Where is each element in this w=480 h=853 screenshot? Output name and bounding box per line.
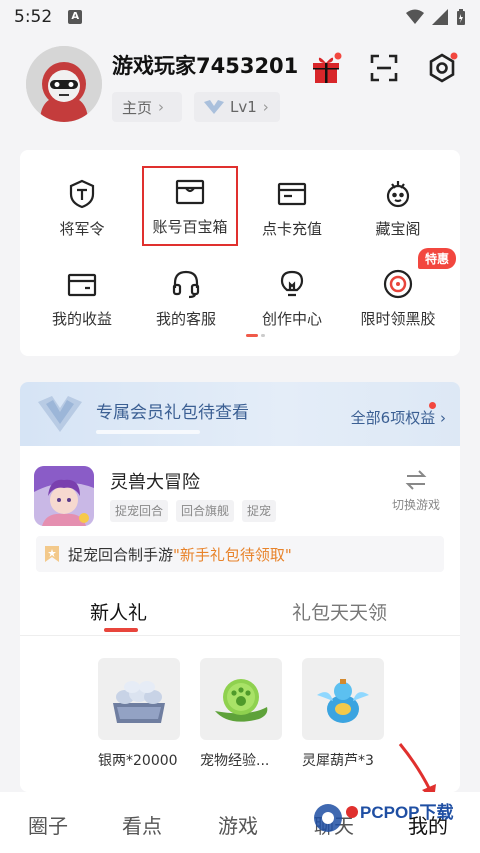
vinyl-icon [383, 269, 413, 299]
grid-item-card-recharge[interactable]: 点卡充值 [240, 166, 344, 254]
level-chip-label: Lv1 [230, 98, 257, 116]
vip-banner[interactable]: 专属会员礼包待查看 全部6项权益 › [20, 382, 460, 446]
gift-image [302, 658, 384, 740]
grid-item-label: 限时领黑胶 [360, 310, 436, 328]
watermark-logo: PCPOP下载 [312, 796, 462, 840]
vip-title: 专属会员礼包待查看 [96, 403, 249, 423]
vip-diamond-icon [204, 100, 224, 114]
grid-item-my-earnings[interactable]: 我的收益 [30, 256, 134, 344]
pet-exp-orb-icon [215, 679, 268, 722]
settings-button[interactable] [424, 50, 460, 86]
nav-item-highlights[interactable]: 看点 [122, 810, 162, 839]
gift-box-button[interactable] [308, 50, 344, 86]
bottom-nav: 圈子 看点 游戏 聊天 我的 PCPOP下载 [0, 792, 480, 853]
chevron-right-icon: › [262, 98, 269, 116]
gift-label: 宠物经验... [200, 753, 270, 769]
tab-newbie-gift[interactable]: 新人礼 [90, 598, 147, 625]
gift-label: 银两*20000 [98, 753, 178, 769]
gift-item-silver[interactable]: 银两*20000 [98, 658, 182, 770]
gourd-icon [317, 679, 369, 723]
switch-game-label: 切换游戏 [391, 498, 440, 512]
avatar-image [26, 46, 102, 122]
notice-highlight: "新手礼包待领取" [173, 545, 292, 564]
gift-item-pet-exp[interactable]: 宠物经验... [200, 658, 284, 770]
level-chip[interactable]: Lv1 › [194, 92, 280, 122]
shield-t-icon [69, 179, 95, 209]
home-chip[interactable]: 主页 › [112, 92, 182, 122]
game-name: 灵兽大冒险 [110, 472, 200, 493]
grid-item-general-token[interactable]: 将军令 [30, 166, 134, 254]
special-offer-badge: 特惠 [417, 248, 456, 269]
nav-item-circle[interactable]: 圈子 [28, 810, 68, 839]
gift-box-icon [313, 52, 342, 83]
vip-logo-icon [38, 396, 82, 432]
gift-item-gourd[interactable]: 灵犀葫芦*3 [302, 658, 386, 770]
treasure-box-icon [175, 179, 205, 205]
game-tag: 捉宠回合 [110, 500, 169, 522]
page-dot [261, 334, 265, 337]
grid-item-label: 我的客服 [155, 310, 216, 328]
grid-item-creator-center[interactable]: 创作中心 [240, 256, 344, 344]
grid-item-label: 账号百宝箱 [152, 218, 228, 236]
game-tag: 捉宠 [242, 500, 277, 522]
bookmark-icon [45, 546, 59, 562]
tab-indicator [104, 628, 138, 632]
signal-icon [432, 9, 448, 25]
notification-dot [429, 402, 436, 409]
grid-item-label: 藏宝阁 [375, 220, 421, 238]
card-recharge-icon [277, 182, 307, 206]
wifi-icon [406, 9, 424, 24]
watermark-text: PCPOP下载 [360, 802, 454, 822]
grid-item-vinyl-offer[interactable]: 特惠 限时领黑胶 [346, 248, 456, 344]
grid-item-label: 将军令 [59, 220, 105, 238]
gift-image [200, 658, 282, 740]
wallet-icon [67, 273, 97, 297]
grid-item-customer-service[interactable]: 我的客服 [134, 256, 238, 344]
gift-label: 灵犀葫芦*3 [302, 753, 374, 769]
grid-item-label: 创作中心 [261, 310, 322, 328]
grid-item-label: 我的收益 [51, 310, 112, 328]
treasure-pavilion-icon [386, 181, 410, 208]
notice-bar[interactable]: 捉宠回合制手游"新手礼包待领取" [36, 536, 444, 572]
profile-header: 游戏玩家7453201 主页 › Lv1 › [26, 46, 466, 130]
gift-image [98, 658, 180, 740]
chevron-right-icon: › [158, 98, 165, 116]
switch-game-button[interactable]: 切换游戏 [386, 470, 446, 513]
vip-title-underline [96, 430, 200, 434]
username: 游戏玩家7453201 [112, 54, 299, 78]
game-thumbnail[interactable] [34, 466, 94, 526]
game-row[interactable]: 灵兽大冒险 捉宠回合 回合旗舰 捉宠 切换游戏 [34, 466, 446, 528]
grid-item-account-treasure[interactable]: 账号百宝箱 [142, 166, 238, 246]
status-bar: 5:52 A [0, 0, 480, 34]
page-indicator [246, 334, 266, 338]
gear-icon [429, 52, 458, 83]
member-card: 专属会员礼包待查看 全部6项权益 › 灵兽大冒险 捉宠回合 回合旗舰 捉宠 切换… [20, 382, 460, 792]
scan-icon [370, 54, 398, 82]
battery-icon [457, 9, 465, 25]
page-dot-active [246, 334, 258, 337]
notice-text: 捉宠回合制手游 [68, 545, 174, 564]
status-time: 5:52 [14, 7, 53, 27]
home-chip-label: 主页 [122, 98, 153, 117]
silver-ingots-icon [113, 681, 165, 723]
function-grid: 将军令 账号百宝箱 点卡充值 藏宝阁 我的收益 我的客服 创作中心 特惠 限时领… [20, 150, 460, 356]
all-benefits-label: 全部6项权益 [350, 409, 436, 427]
tab-daily-gift[interactable]: 礼包天天领 [292, 598, 387, 625]
chevron-right-icon: › [440, 409, 446, 427]
switch-arrows-icon [405, 470, 427, 490]
avatar[interactable] [26, 46, 102, 122]
game-art-image [34, 466, 94, 526]
lightbulb-icon [280, 270, 304, 297]
grid-item-treasure-pavilion[interactable]: 藏宝阁 [346, 166, 450, 254]
game-tag: 回合旗舰 [176, 500, 235, 522]
all-benefits-link[interactable]: 全部6项权益 › [351, 407, 446, 428]
headset-icon [172, 270, 200, 299]
notification-a-icon: A [68, 10, 83, 24]
nav-item-games[interactable]: 游戏 [218, 810, 258, 839]
gift-tabs: 新人礼 礼包天天领 [20, 592, 460, 636]
status-icons [406, 9, 466, 25]
scan-button[interactable] [366, 50, 402, 86]
grid-item-label: 点卡充值 [261, 220, 322, 238]
